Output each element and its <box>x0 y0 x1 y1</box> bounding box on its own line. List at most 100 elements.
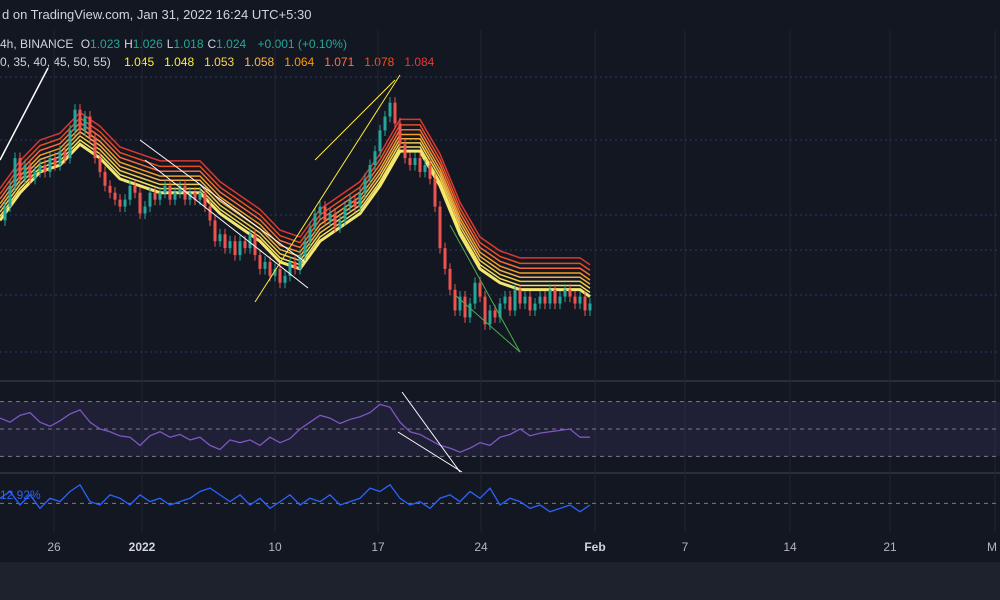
candle-body-110 <box>548 289 552 304</box>
candle-body-41 <box>203 192 207 207</box>
candle-body-99 <box>493 310 497 318</box>
candle-body-113 <box>563 289 567 297</box>
candle-body-72 <box>358 192 362 207</box>
candle-body-108 <box>538 296 542 304</box>
candle-body-65 <box>323 206 327 221</box>
candle-body-84 <box>418 158 422 172</box>
candle-body-114 <box>568 289 572 297</box>
x-tick-9: M <box>987 540 997 554</box>
candle-body-24 <box>118 199 122 207</box>
candle-body-94 <box>468 303 472 318</box>
candle-body-59 <box>293 261 297 269</box>
candle-body-48 <box>238 241 242 256</box>
candle-body-16 <box>78 109 82 131</box>
candle-body-42 <box>208 206 212 221</box>
x-tick-0: 26 <box>47 540 61 554</box>
candle-body-25 <box>123 199 127 207</box>
candle-body-85 <box>423 165 427 172</box>
x-tick-3: 17 <box>371 540 385 554</box>
candle-body-102 <box>508 296 512 311</box>
candle-body-101 <box>503 296 507 304</box>
candle-body-66 <box>328 213 332 221</box>
candle-body-10 <box>48 158 52 172</box>
candle-body-13 <box>63 151 67 159</box>
pct-line <box>0 483 591 513</box>
candle-body-73 <box>363 178 367 193</box>
candle-body-51 <box>253 234 257 256</box>
x-tick-8: 21 <box>883 540 897 554</box>
candle-body-89 <box>443 248 447 269</box>
pane-separator-1 <box>0 380 1000 382</box>
candle-body-115 <box>573 296 577 304</box>
candle-body-63 <box>313 213 317 228</box>
candle-body-9 <box>43 165 47 172</box>
candle-body-61 <box>303 241 307 256</box>
candle-body-79 <box>393 102 397 124</box>
x-tick-7: 14 <box>783 540 797 554</box>
candle-body-116 <box>578 296 582 304</box>
candle-body-18 <box>88 116 92 138</box>
candle-body-82 <box>408 158 412 166</box>
candle-body-64 <box>318 206 322 214</box>
candle-body-12 <box>58 151 62 166</box>
candle-body-3 <box>13 158 17 186</box>
candle-body-31 <box>153 192 157 200</box>
x-tick-6: 7 <box>681 540 689 554</box>
candle-body-71 <box>353 199 357 207</box>
candle-body-68 <box>338 220 342 228</box>
candle-body-5 <box>23 165 27 179</box>
candle-body-53 <box>263 261 267 269</box>
candle-body-87 <box>433 178 437 207</box>
candle-body-7 <box>33 171 37 179</box>
candle-body-20 <box>98 158 102 172</box>
candle-body-40 <box>198 192 202 200</box>
candle-body-80 <box>398 123 402 145</box>
candle-body-26 <box>128 185 132 200</box>
candle-body-17 <box>83 116 87 131</box>
candle-body-118 <box>588 303 592 311</box>
candle-body-83 <box>413 158 417 166</box>
candle-body-90 <box>448 268 452 290</box>
candle-body-56 <box>278 268 282 283</box>
candle-body-69 <box>343 206 347 221</box>
candle-body-52 <box>258 255 262 269</box>
candle-body-91 <box>453 289 457 311</box>
candle-body-81 <box>403 144 407 159</box>
chart-canvas[interactable] <box>0 0 1000 600</box>
pane-separator-2 <box>0 472 1000 474</box>
candle-body-93 <box>463 296 467 318</box>
candle-body-70 <box>348 199 352 207</box>
candle-body-117 <box>583 296 587 311</box>
footer-bar <box>0 562 1000 600</box>
candle-body-112 <box>558 296 562 304</box>
candle-body-28 <box>138 192 142 214</box>
candle-body-103 <box>513 289 517 311</box>
candle-body-67 <box>333 213 337 228</box>
candle-body-2 <box>8 185 12 207</box>
candle-body-43 <box>213 220 217 242</box>
candle-body-46 <box>228 241 232 249</box>
candle-body-47 <box>233 241 237 256</box>
candle-body-86 <box>428 165 432 179</box>
candle-body-105 <box>523 296 527 304</box>
candle-body-104 <box>518 289 522 304</box>
ribbon-line-6 <box>0 116 591 271</box>
candle-body-75 <box>373 151 377 166</box>
channel-white-upper <box>139 139 306 263</box>
candle-body-107 <box>533 303 537 311</box>
candle-body-77 <box>383 116 387 131</box>
candle-body-6 <box>28 165 32 179</box>
candle-body-76 <box>378 130 382 152</box>
x-tick-2: 10 <box>268 540 282 554</box>
candle-body-29 <box>143 206 147 214</box>
candle-body-35 <box>173 192 177 200</box>
candle-body-74 <box>368 165 372 179</box>
candle-body-111 <box>553 289 557 304</box>
candle-body-57 <box>283 275 287 283</box>
candle-body-106 <box>528 296 532 311</box>
candle-body-54 <box>268 261 272 276</box>
candle-body-95 <box>473 282 477 304</box>
candle-body-21 <box>103 171 107 186</box>
x-tick-1: 2022 <box>128 540 156 554</box>
candle-body-30 <box>148 192 152 207</box>
